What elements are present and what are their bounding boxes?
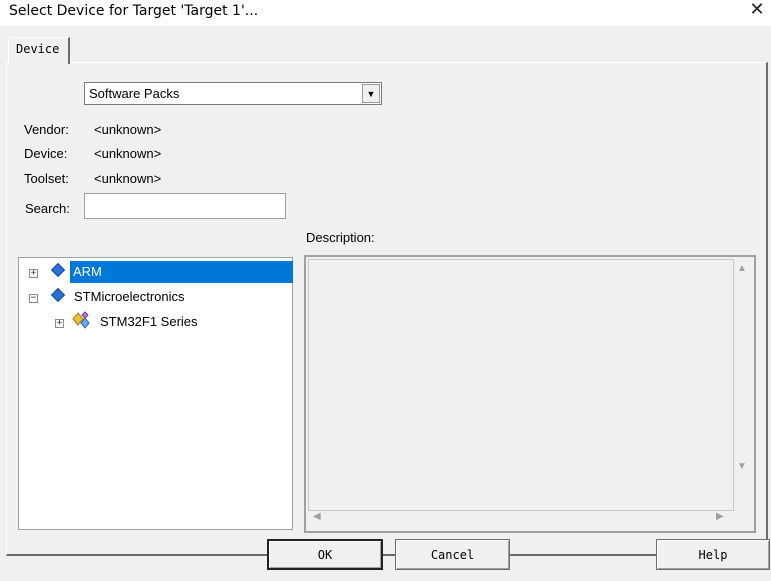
vendor-label: Vendor: xyxy=(24,122,69,137)
device-value: <unknown> xyxy=(94,146,162,161)
tab-device-label: Device xyxy=(16,42,60,56)
scroll-right-icon[interactable]: ▶ xyxy=(716,511,724,522)
scroll-up-icon[interactable]: ▲ xyxy=(737,263,747,274)
expand-icon[interactable]: + xyxy=(29,269,38,278)
close-icon[interactable]: ✕ xyxy=(748,1,766,19)
search-label: Search: xyxy=(25,201,70,216)
search-input[interactable] xyxy=(84,193,286,219)
tree-item-arm[interactable]: + ARM xyxy=(19,261,293,283)
description-label: Description: xyxy=(306,230,375,245)
ok-button[interactable]: OK xyxy=(267,539,383,570)
tree-item-label: STMicroelectronics xyxy=(74,289,185,304)
expand-icon[interactable]: + xyxy=(55,319,64,328)
window-title: Select Device for Target 'Target 1'... xyxy=(9,3,259,19)
help-button[interactable]: Help xyxy=(656,539,770,570)
dialog-client: Device Software Packs ▼ Vendor: <unknown… xyxy=(0,26,771,581)
software-packs-value: Software Packs xyxy=(89,86,180,101)
device-family-icon xyxy=(72,311,90,329)
cancel-button[interactable]: Cancel xyxy=(395,539,510,570)
scroll-down-icon[interactable]: ▼ xyxy=(737,461,747,472)
device-label: Device: xyxy=(24,146,68,161)
vendor-value: <unknown> xyxy=(94,122,162,137)
collapse-icon[interactable]: − xyxy=(29,294,38,303)
tree-item-label: STM32F1 Series xyxy=(100,314,198,329)
vendor-diamond-icon xyxy=(50,262,66,278)
tree-item-stm32f1-series[interactable]: + STM32F1 Series xyxy=(19,311,292,333)
tab-device[interactable]: Device xyxy=(8,37,70,64)
title-bar: Select Device for Target 'Target 1'... ✕ xyxy=(0,0,771,26)
scroll-left-icon[interactable]: ◀ xyxy=(313,511,321,522)
description-box: ▲ ▼ ◀ ▶ xyxy=(304,255,756,533)
tree-item-label: ARM xyxy=(70,261,293,283)
toolset-value: <unknown> xyxy=(94,171,162,186)
software-packs-select[interactable]: Software Packs ▼ xyxy=(84,82,382,105)
tree-item-stmicroelectronics[interactable]: − STMicroelectronics xyxy=(19,286,292,308)
dropdown-arrow-icon[interactable]: ▼ xyxy=(362,84,380,103)
toolset-label: Toolset: xyxy=(24,171,69,186)
description-text-area xyxy=(308,259,734,511)
vendor-diamond-icon xyxy=(50,287,66,303)
device-tree[interactable]: + ARM − STMicroelectronics + STM32F1 Ser… xyxy=(18,257,293,530)
